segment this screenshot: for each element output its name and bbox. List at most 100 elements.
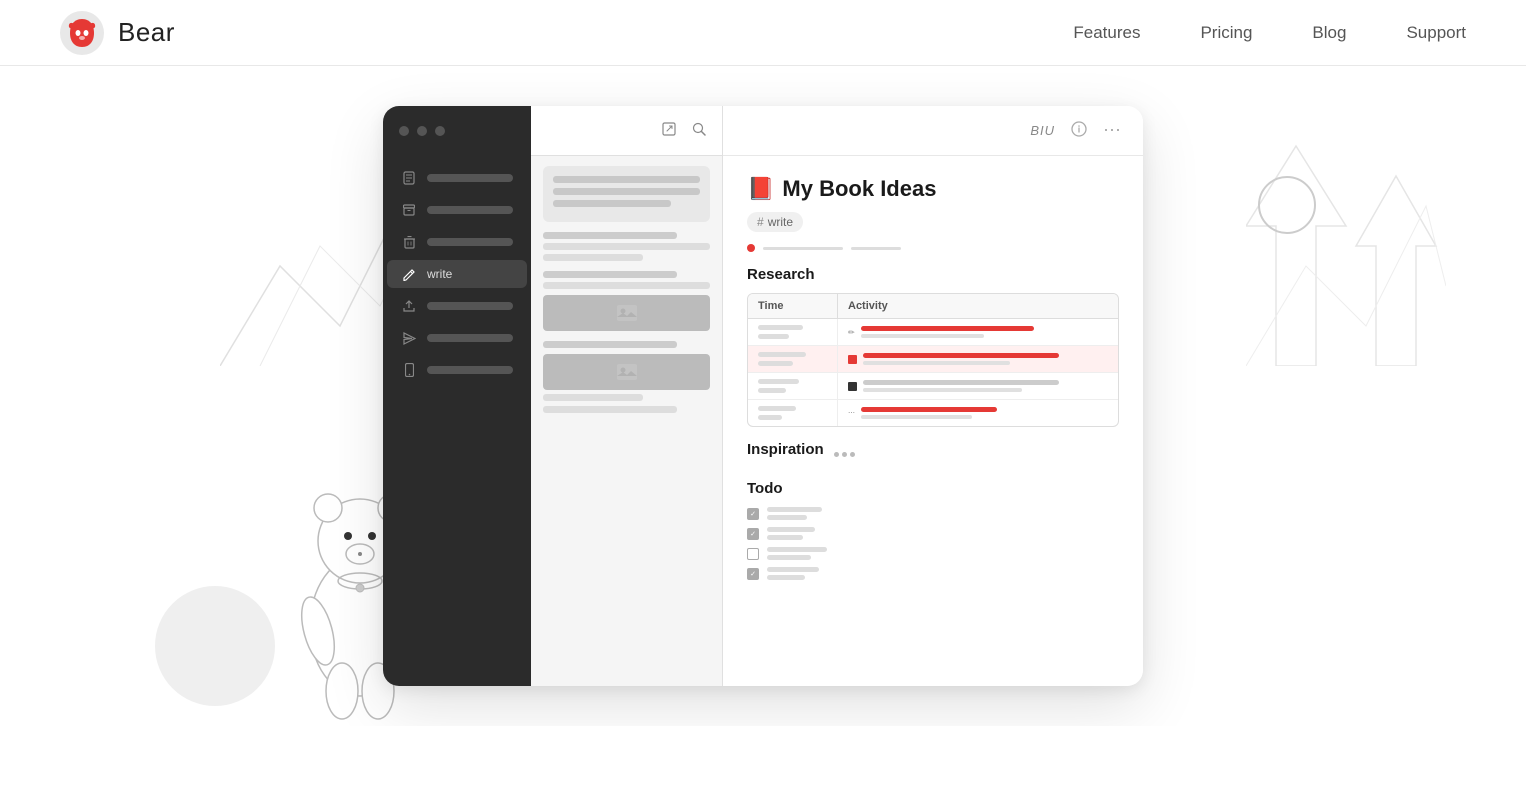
dot-1 [834,452,839,457]
divider-line-2 [851,247,901,250]
note-preview-item[interactable] [543,166,710,222]
inspiration-heading: Inspiration [747,441,824,458]
app-title: Bear [118,17,175,48]
note-list-panel [531,106,723,686]
todo-item-4[interactable] [747,567,1119,580]
nav-pricing[interactable]: Pricing [1200,23,1252,43]
airplane-icon [401,330,417,346]
note-line [543,394,643,401]
mobile-icon [401,362,417,378]
sidebar-item-archive-label [427,206,513,214]
title-emoji: 📕 [747,176,774,202]
note-line [543,406,677,413]
dot-2 [842,452,847,457]
editor-content-area: 📕 My Book Ideas # write Research Time [723,156,1143,686]
table-row[interactable]: ⋯ [748,400,1118,426]
note-thumbnail [543,295,710,331]
sidebar-item-archive[interactable] [387,196,527,224]
search-icon[interactable] [692,122,706,139]
note-line [543,271,677,278]
app-sidebar: write [383,106,531,686]
note-item-2[interactable] [543,232,710,261]
traffic-light-minimize [417,126,427,136]
main-content: write [0,66,1526,726]
nav-blog[interactable]: Blog [1312,23,1346,43]
table-cell-time [748,400,838,426]
sidebar-item-share[interactable] [387,292,527,320]
editor-panel: BIU ⋯ 📕 My Book Ideas # write [723,106,1143,686]
sidebar-item-airplane-label [427,334,513,342]
sidebar-item-trash[interactable] [387,228,527,256]
table-cell-time [748,346,838,372]
sidebar-item-mobile[interactable] [387,356,527,384]
title-text[interactable]: My Book Ideas [782,176,936,202]
note-line [553,188,700,195]
table-cell-time [748,319,838,345]
more-options-button[interactable]: ⋯ [1103,120,1123,141]
research-heading: Research [747,266,1119,283]
note-list-header [531,106,722,156]
write-icon [401,266,417,282]
table-header: Time Activity [748,294,1118,319]
traffic-light-maximize [435,126,445,136]
research-table: Time Activity ✏ [747,293,1119,427]
divider-dot [747,244,755,252]
sidebar-item-notes-label [427,174,513,182]
inspiration-more-button[interactable] [834,452,855,457]
col-time-header: Time [748,294,838,318]
table-cell-activity: ⋯ [838,401,1118,425]
table-cell-activity: ✏ [838,320,1118,344]
note-list-content [531,156,722,686]
table-row[interactable] [748,373,1118,400]
write-label: write [427,267,452,281]
sidebar-item-share-label [427,302,513,310]
editor-toolbar: BIU ⋯ [723,106,1143,156]
todo-checkbox-3[interactable] [747,548,759,560]
app-mockup: write [383,106,1143,686]
note-thumbnail [543,354,710,390]
divider-line-1 [763,247,843,250]
sidebar-item-notes[interactable] [387,164,527,192]
note-line [543,254,643,261]
note-line [543,232,677,239]
note-item-3[interactable] [543,271,710,331]
table-cell-time [748,373,838,399]
notes-icon [401,170,417,186]
todo-checkbox-2[interactable] [747,528,759,540]
nav-support[interactable]: Support [1406,23,1466,43]
bear-logo-icon [60,11,104,55]
table-row[interactable]: ✏ [748,319,1118,346]
tag-text: write [768,215,793,229]
todo-section: Todo [747,480,1119,580]
right-decoration-icon [1246,106,1446,366]
header: Bear Features Pricing Blog Support [0,0,1526,66]
table-row[interactable] [748,346,1118,373]
sidebar-titlebar [383,106,531,156]
todo-item-3[interactable] [747,547,1119,560]
traffic-light-close [399,126,409,136]
note-line [543,341,677,348]
table-cell-activity [838,347,1118,371]
editor-title: 📕 My Book Ideas [747,176,1119,202]
nav-features[interactable]: Features [1073,23,1140,43]
col-activity-header: Activity [838,294,1118,318]
inspiration-row: Inspiration [747,441,1119,468]
todo-checkbox-1[interactable] [747,508,759,520]
todo-checkbox-4[interactable] [747,568,759,580]
sidebar-item-mobile-label [427,366,513,374]
note-line [553,200,671,207]
sidebar-item-trash-label [427,238,513,246]
note-line [553,176,700,183]
format-biu-button[interactable]: BIU [1030,123,1055,138]
brand-area: Bear [60,11,175,55]
compose-icon[interactable] [662,122,676,139]
todo-item-2[interactable] [747,527,1119,540]
main-nav: Features Pricing Blog Support [1073,23,1466,43]
todo-item-1[interactable] [747,507,1119,520]
info-button[interactable] [1071,121,1087,140]
sidebar-item-write[interactable]: write [387,260,527,288]
editor-tag[interactable]: # write [747,212,803,232]
sidebar-item-airplane[interactable] [387,324,527,352]
dot-3 [850,452,855,457]
note-item-4[interactable] [543,341,710,413]
